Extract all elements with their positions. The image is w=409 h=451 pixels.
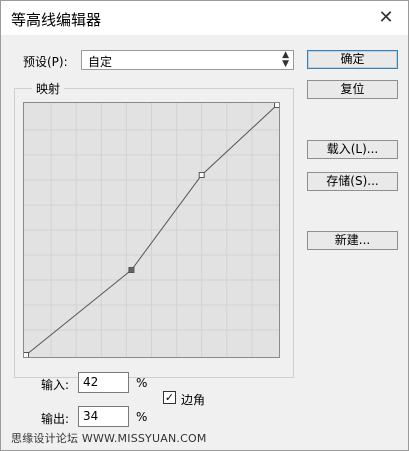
close-icon[interactable]: ✕: [375, 7, 397, 29]
window-title: 等高线编辑器: [11, 11, 102, 29]
input-field[interactable]: 42: [78, 372, 129, 393]
preset-value: 自定: [88, 55, 113, 69]
preset-label: 预设(P):: [23, 55, 68, 69]
new-button[interactable]: 新建...: [307, 231, 398, 250]
reset-button[interactable]: 复位: [307, 80, 398, 99]
watermark: 思缘设计论坛 WWW.MISSYUAN.COM: [11, 432, 207, 445]
mapping-label: 映射: [32, 80, 65, 97]
corner-label: 边角: [181, 393, 206, 407]
curve-point-1: [128, 267, 135, 273]
preset-select[interactable]: 自定 ▲ ▼: [81, 50, 294, 70]
load-button[interactable]: 载入(L)...: [307, 140, 398, 159]
contour-curve-svg: [23, 102, 280, 358]
input-label: 输入:: [41, 378, 70, 392]
curve-point-3: [274, 102, 280, 108]
contour-graph[interactable]: [23, 102, 280, 358]
curve-point-2: [198, 172, 205, 178]
output-unit: %: [136, 410, 148, 424]
contour-editor-dialog: 等高线编辑器 ✕ 预设(P): 自定 ▲ ▼ 确定 复位 载入(L)... 存储(…: [0, 0, 409, 451]
input-unit: %: [136, 376, 148, 390]
title-bar: 等高线编辑器 ✕: [1, 1, 408, 35]
save-button[interactable]: 存储(S)...: [307, 172, 398, 191]
curve-point-0: [23, 352, 29, 358]
output-label: 输出:: [41, 412, 70, 426]
corner-checkbox[interactable]: ✓: [163, 391, 176, 404]
output-field[interactable]: 34: [78, 406, 129, 427]
chevron-updown-icon: ▲ ▼: [282, 50, 289, 69]
ok-button[interactable]: 确定: [307, 50, 398, 69]
